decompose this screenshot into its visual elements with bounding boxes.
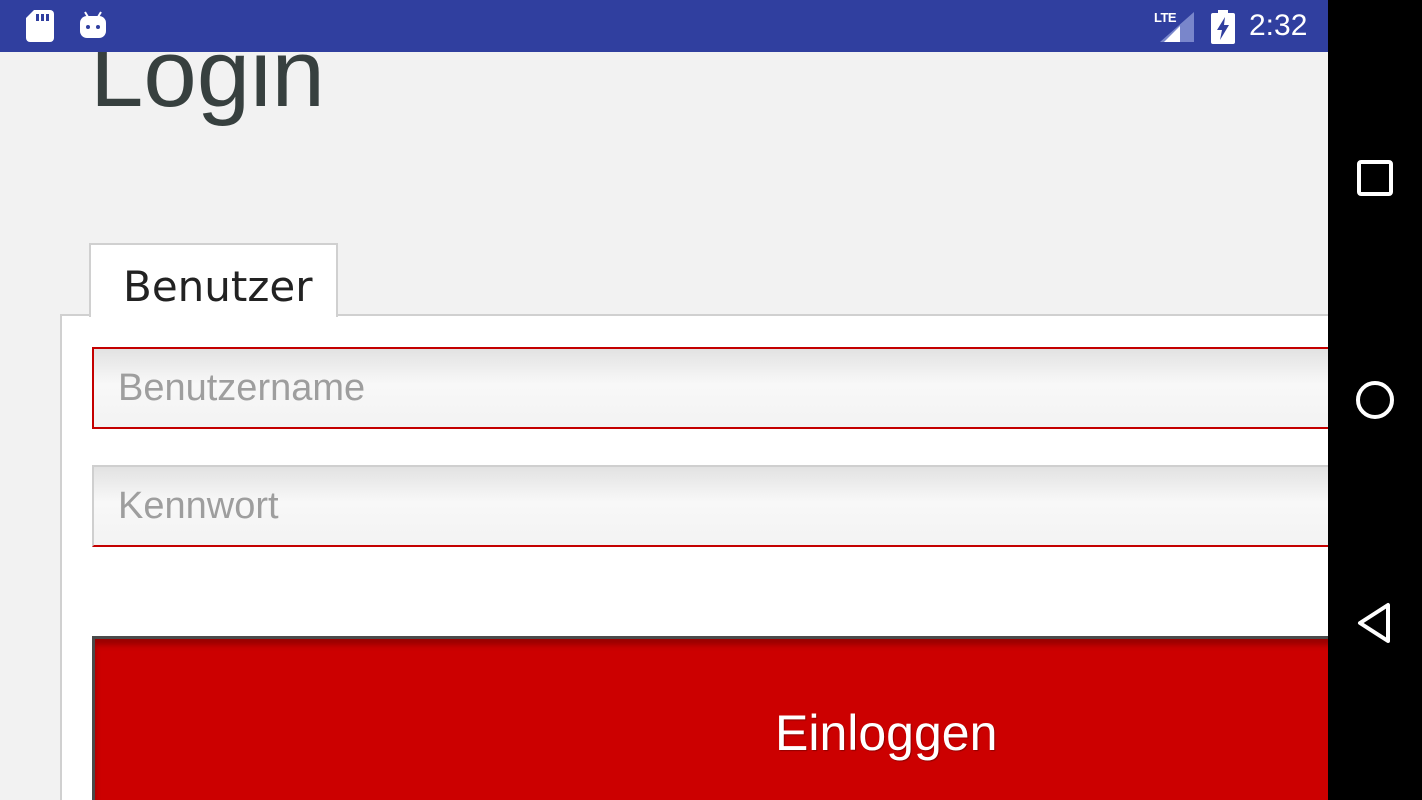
back-icon[interactable]: [1350, 598, 1400, 648]
login-button[interactable]: Einloggen: [92, 636, 1328, 800]
status-bar: LTE 2:32: [0, 0, 1328, 52]
signal-icon: [1160, 12, 1194, 42]
status-time: 2:32: [1249, 9, 1308, 42]
app-screen: LTE 2:32 Login Benutzer Benutzername Ken…: [0, 0, 1328, 800]
tab-benutzer[interactable]: Benutzer: [89, 243, 338, 317]
recents-icon[interactable]: [1350, 153, 1400, 203]
password-input[interactable]: Kennwort: [92, 465, 1328, 547]
navigation-bar: [1328, 0, 1422, 800]
home-icon[interactable]: [1350, 375, 1400, 425]
login-button-label: Einloggen: [775, 705, 998, 761]
sd-card-icon: [26, 10, 54, 42]
username-input[interactable]: Benutzername: [92, 347, 1328, 429]
android-debug-icon: [80, 11, 106, 38]
password-placeholder: Kennwort: [118, 485, 279, 527]
battery-charging-icon: [1211, 10, 1235, 44]
tab-label: Benutzer: [123, 262, 313, 311]
username-placeholder: Benutzername: [118, 367, 366, 409]
